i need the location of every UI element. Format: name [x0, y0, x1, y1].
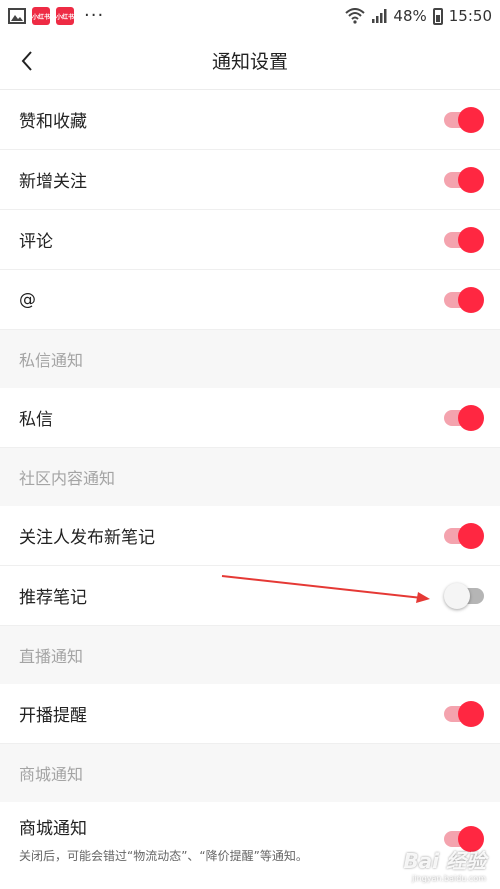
setting-likes-favorites: 赞和收藏: [0, 90, 500, 150]
signal-icon: [372, 9, 387, 23]
dm-toggle[interactable]: [444, 404, 484, 431]
setting-new-followers: 新增关注: [0, 150, 500, 210]
chevron-left-icon: [21, 51, 32, 71]
comments-toggle[interactable]: [444, 226, 484, 253]
settings-list: 赞和收藏 新增关注 评论 @ 私信通知 私信 社区内容通知 关注人发布新笔记 推…: [0, 90, 500, 877]
section-header-dm: 私信通知: [0, 330, 500, 388]
more-notifications-icon: ···: [84, 5, 105, 26]
recommended-notes-toggle[interactable]: [444, 582, 484, 609]
watermark-logo: Bai 经验: [403, 849, 486, 873]
section-header-community: 社区内容通知: [0, 448, 500, 506]
back-button[interactable]: [12, 46, 42, 76]
page-title: 通知设置: [211, 51, 288, 73]
setting-label: 评论: [19, 232, 53, 252]
setting-following-notes: 关注人发布新笔记: [0, 506, 500, 566]
setting-label: 开播提醒: [19, 706, 87, 726]
watermark-url: jingyan.baidu.com: [412, 874, 486, 883]
watermark: Bai 经验 jingyan.baidu.com: [403, 845, 486, 883]
setting-live-start: 开播提醒: [0, 684, 500, 744]
battery-icon: [432, 7, 443, 25]
status-bar-left: 小红书 小红书 ···: [8, 7, 104, 25]
app-notification-icon: 小红书: [56, 7, 74, 25]
status-bar-right: 48% 15:50: [345, 7, 492, 25]
setting-label: 赞和收藏: [19, 112, 87, 132]
setting-label: 商城通知: [19, 819, 87, 839]
setting-label: 推荐笔记: [19, 588, 87, 608]
section-header-live: 直播通知: [0, 626, 500, 684]
clock: 15:50: [448, 7, 492, 25]
setting-label: @: [19, 289, 36, 310]
section-header-mall: 商城通知: [0, 744, 500, 802]
following-notes-toggle[interactable]: [444, 522, 484, 549]
app-notification-icon: 小红书: [32, 7, 50, 25]
nav-bar: 通知设置: [0, 32, 500, 90]
setting-label: 新增关注: [19, 172, 87, 192]
live-start-toggle[interactable]: [444, 700, 484, 727]
setting-comments: 评论: [0, 210, 500, 270]
wifi-icon: [345, 8, 366, 24]
likes-favorites-toggle[interactable]: [444, 106, 484, 133]
setting-dm: 私信: [0, 388, 500, 448]
setting-label: 私信: [19, 410, 53, 430]
status-bar: 小红书 小红书 ··· 48% 15:50: [0, 0, 500, 32]
setting-recommended-notes: 推荐笔记: [0, 566, 500, 626]
gallery-icon: [8, 8, 26, 24]
setting-mentions: @: [0, 270, 500, 330]
mentions-toggle[interactable]: [444, 286, 484, 313]
setting-label: 关注人发布新笔记: [19, 528, 155, 548]
new-followers-toggle[interactable]: [444, 166, 484, 193]
battery-percent: 48%: [393, 7, 427, 25]
